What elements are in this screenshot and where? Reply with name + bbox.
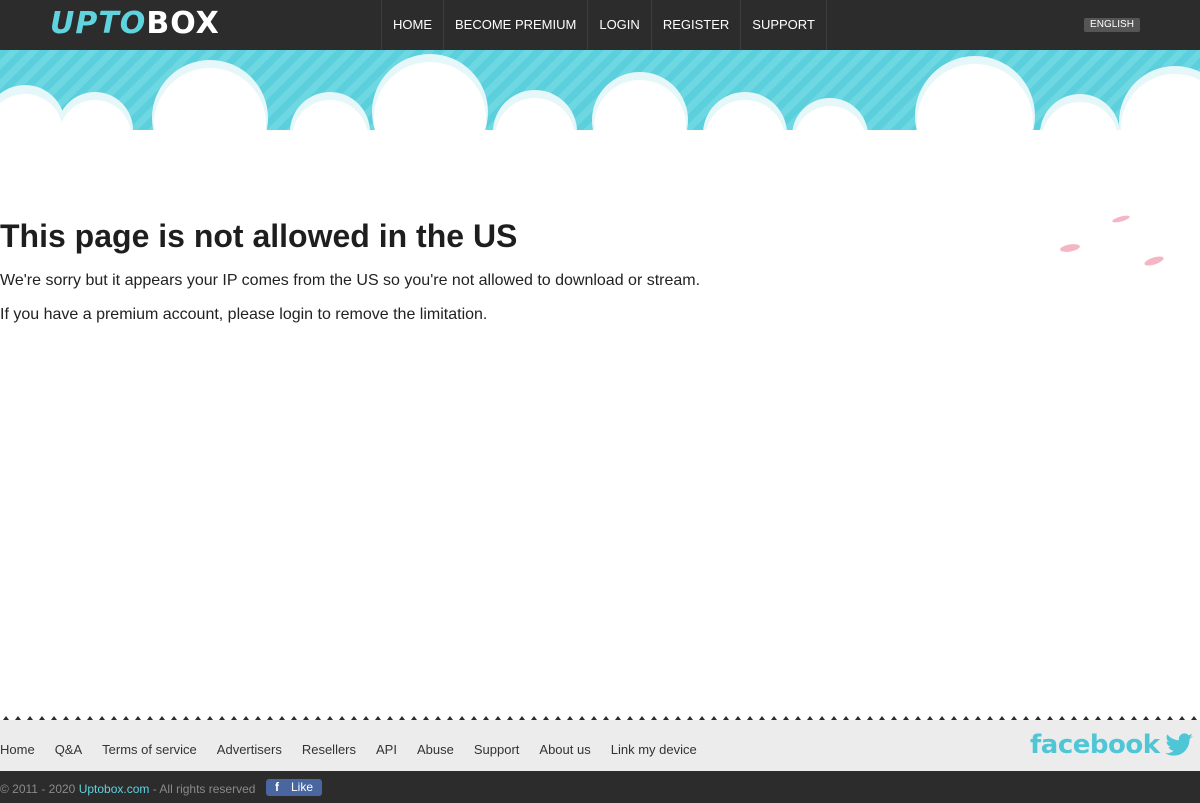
like-label: Like <box>291 780 314 794</box>
footer-link-link-my-device[interactable]: Link my device <box>611 742 697 757</box>
footer-link-abuse[interactable]: Abuse <box>417 742 454 757</box>
footer-link-terms[interactable]: Terms of service <box>102 742 197 757</box>
footer-zigzag-border <box>0 716 1200 724</box>
nav-become-premium[interactable]: BECOME PREMIUM <box>444 0 589 50</box>
copyright-years: © 2011 - 2020 <box>0 782 76 796</box>
footer-links: Home Q&A Terms of service Advertisers Re… <box>0 742 717 757</box>
premium-login-hint: If you have a premium account, please lo… <box>0 306 488 323</box>
copyright-bar: © 2011 - 2020 Uptobox.com - All rights r… <box>0 771 1200 803</box>
site-link[interactable]: Uptobox.com <box>79 782 150 796</box>
social-links: facebook <box>1030 730 1194 760</box>
footer-link-qa[interactable]: Q&A <box>55 742 82 757</box>
main-nav: HOME BECOME PREMIUM LOGIN REGISTER SUPPO… <box>381 0 827 50</box>
petals-decoration <box>1060 215 1164 266</box>
facebook-f-icon: f <box>275 780 279 794</box>
logo-box: BOX <box>146 6 220 41</box>
footer-link-api[interactable]: API <box>376 742 397 757</box>
nav-register[interactable]: REGISTER <box>652 0 742 50</box>
footer-link-home[interactable]: Home <box>0 742 35 757</box>
footer-link-about-us[interactable]: About us <box>539 742 590 757</box>
nav-login[interactable]: LOGIN <box>588 0 652 50</box>
uptobox-logo[interactable]: UPTOBOX <box>50 8 220 40</box>
nav-home[interactable]: HOME <box>382 0 444 50</box>
logo-upto: UPTO <box>50 6 147 41</box>
footer-link-support[interactable]: Support <box>474 742 520 757</box>
twitter-bird-icon[interactable] <box>1164 733 1194 757</box>
nav-support[interactable]: SUPPORT <box>741 0 827 50</box>
facebook-like-button[interactable]: f Like <box>266 779 322 796</box>
footer: Home Q&A Terms of service Advertisers Re… <box>0 724 1200 771</box>
page-title: This page is not allowed in the US <box>0 218 518 254</box>
footer-link-advertisers[interactable]: Advertisers <box>217 742 282 757</box>
top-navigation-bar: UPTOBOX HOME BECOME PREMIUM LOGIN REGIST… <box>0 0 1200 50</box>
footer-link-resellers[interactable]: Resellers <box>302 742 356 757</box>
us-restriction-message: We're sorry but it appears your IP comes… <box>0 272 701 289</box>
copyright-text: © 2011 - 2020 Uptobox.com - All rights r… <box>0 782 255 796</box>
cloud-banner <box>0 50 1200 130</box>
language-selector[interactable]: ENGLISH <box>1084 18 1140 32</box>
facebook-link[interactable]: facebook <box>1030 730 1160 760</box>
rights-reserved: - All rights reserved <box>152 782 256 796</box>
